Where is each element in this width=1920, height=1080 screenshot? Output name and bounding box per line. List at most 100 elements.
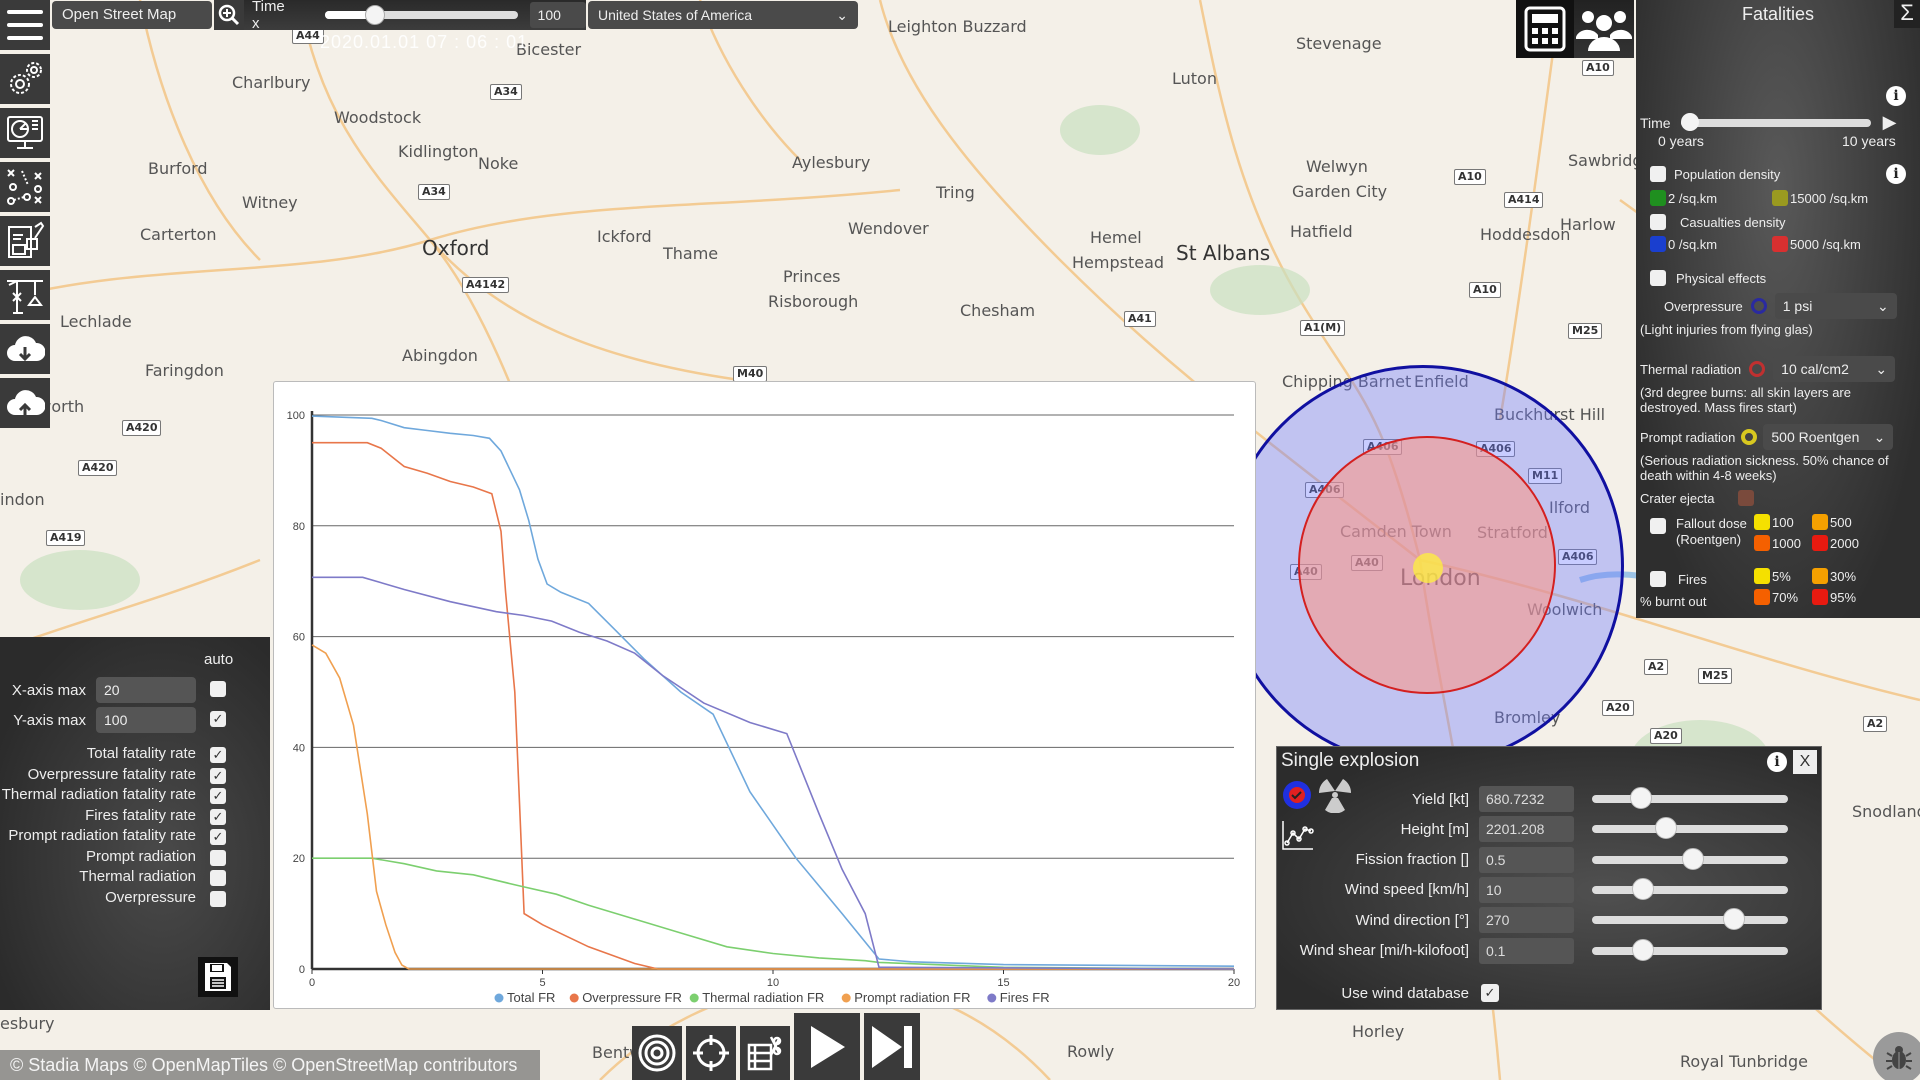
panel-title: Single explosion (1281, 750, 1420, 771)
fires-checkbox[interactable] (1650, 571, 1666, 587)
population-info-icon[interactable]: i (1886, 164, 1906, 184)
series-toggle-label: Prompt radiation (85, 847, 196, 865)
prompt-radiation-label: Prompt radiation (1640, 429, 1736, 445)
series-toggle-checkbox[interactable]: ✓ (210, 767, 226, 784)
legend-label: Prompt radiation FR (854, 990, 970, 1005)
use-wind-database-checkbox[interactable]: ✓ (1481, 984, 1499, 1002)
time-multiplier-input[interactable]: 100 (529, 2, 586, 28)
thermal-radiation-select[interactable]: 10 cal/cm2 ⌄ (1773, 356, 1896, 382)
single-explosion-panel: Single explosion i X Yield [kt] 680.7232 H… (1276, 746, 1822, 1010)
param-slider[interactable] (1592, 938, 1788, 961)
calculator-button[interactable] (1516, 0, 1574, 58)
slider-knob[interactable] (1680, 112, 1699, 131)
slider-knob[interactable] (1655, 817, 1677, 840)
series-toggle-checkbox[interactable]: ✓ (210, 829, 226, 845)
casualties-density-checkbox[interactable] (1650, 214, 1666, 230)
series-toggle-checkbox[interactable]: ✓ (210, 808, 226, 825)
prompt-radiation-ring (1413, 553, 1443, 583)
play-button[interactable] (794, 1013, 860, 1080)
dashboard-button[interactable] (0, 108, 50, 158)
map-place-label: Abingdon (402, 346, 478, 365)
construction-button[interactable] (0, 270, 50, 320)
legend-item: 2000 (1812, 535, 1859, 551)
slider-knob[interactable] (1629, 787, 1652, 809)
fallout-checkbox[interactable] (1650, 518, 1666, 534)
slider-knob[interactable] (364, 5, 385, 25)
settings-button[interactable] (0, 54, 50, 104)
param-input[interactable]: 0.5 (1479, 846, 1574, 873)
fatality-time-slider[interactable] (1680, 112, 1871, 131)
series-toggle-checkbox[interactable]: ✓ (210, 788, 226, 804)
prompt-radiation-select[interactable]: 500 Roentgen ⌄ (1763, 424, 1894, 450)
road-shield: A10 (1469, 282, 1501, 298)
param-slider[interactable] (1592, 847, 1788, 870)
sigma-icon[interactable]: Σ (1894, 0, 1920, 28)
menu-button[interactable] (0, 0, 50, 50)
color-swatch (1754, 568, 1770, 584)
legend-label: 2000 (1830, 535, 1859, 551)
series-toggle-checkbox[interactable] (210, 849, 226, 866)
time-max-label: 10 years (1842, 133, 1896, 149)
series-toggle-row: Prompt radiation fatality rate (8, 827, 196, 844)
param-slider[interactable] (1592, 908, 1788, 931)
population-density-checkbox[interactable] (1650, 166, 1666, 182)
explosion-param-row: Height [m] 2201.208 (1277, 815, 1823, 843)
crosshair-button[interactable] (686, 1026, 736, 1080)
bug-report-button[interactable] (1873, 1032, 1920, 1080)
time-multiplier-slider[interactable] (324, 5, 518, 25)
param-slider[interactable] (1592, 877, 1788, 900)
legend-item: 5% (1754, 568, 1791, 584)
road-shield: M40 (733, 366, 768, 382)
skip-to-end-button[interactable] (864, 1013, 920, 1080)
x-axis-auto-checkbox[interactable] (210, 681, 226, 697)
map-place-label: Aylesbury (792, 153, 871, 172)
close-button[interactable]: X (1793, 750, 1817, 774)
cloud-upload-button[interactable] (0, 378, 50, 428)
population-button[interactable] (1574, 0, 1634, 58)
physical-effects-checkbox[interactable] (1650, 270, 1666, 286)
slider-knob[interactable] (1682, 847, 1704, 870)
map-place-label: Sawbridg (1568, 151, 1643, 170)
play-time-icon[interactable]: ▶ (1883, 112, 1897, 133)
color-swatch (1772, 190, 1788, 206)
map-place-label: Hoddesdon (1480, 225, 1571, 244)
color-swatch (1812, 568, 1828, 584)
zoom-button[interactable] (214, 0, 244, 30)
slider-knob[interactable] (1631, 877, 1654, 900)
param-input[interactable]: 270 (1479, 907, 1574, 934)
x-axis-max-input[interactable] (96, 677, 196, 703)
param-input[interactable]: 10 (1479, 876, 1574, 903)
video-edit-button[interactable] (740, 1026, 790, 1080)
cloud-download-button[interactable] (0, 324, 50, 374)
top-bar: Open Street Map Time x 100 United States… (50, 0, 860, 32)
crosshair-icon (693, 1035, 729, 1071)
prompt-note: (Serious radiation sickness. 50% chance … (1640, 453, 1889, 483)
info-icon[interactable]: i (1886, 86, 1906, 106)
map-place-label: Royal Tunbridge (1680, 1052, 1808, 1071)
slider-knob[interactable] (1723, 908, 1746, 931)
y-axis-auto-checkbox[interactable]: ✓ (210, 711, 226, 727)
floppy-disk-icon (205, 963, 231, 991)
param-label: Yield [kt] (1412, 790, 1469, 808)
slider-knob[interactable] (1631, 938, 1654, 961)
param-input[interactable]: 680.7232 (1479, 786, 1574, 812)
series-toggle-checkbox[interactable]: ✓ (210, 747, 226, 763)
prompt-radiation-circle-icon (1741, 429, 1758, 445)
param-slider[interactable] (1592, 817, 1788, 840)
series-toggle-checkbox[interactable] (210, 890, 226, 907)
save-button[interactable] (198, 957, 238, 997)
target-button[interactable] (632, 1026, 682, 1080)
series-toggle-checkbox[interactable] (210, 870, 226, 886)
overpressure-select[interactable]: 1 psi ⌄ (1774, 293, 1897, 319)
map-source-select[interactable]: Open Street Map (52, 1, 212, 29)
blueprint-button[interactable] (0, 216, 50, 266)
country-select[interactable]: United States of America ⌄ (588, 1, 858, 29)
video-edit-icon (747, 1036, 782, 1071)
y-axis-max-input[interactable] (96, 707, 196, 733)
strategy-button[interactable] (0, 162, 50, 212)
param-input[interactable]: 2201.208 (1479, 816, 1574, 843)
param-input[interactable]: 0.1 (1479, 937, 1574, 964)
info-icon[interactable]: i (1767, 752, 1787, 772)
param-slider[interactable] (1592, 787, 1788, 809)
series-line-thermal-radiation-fr (312, 857, 1235, 970)
